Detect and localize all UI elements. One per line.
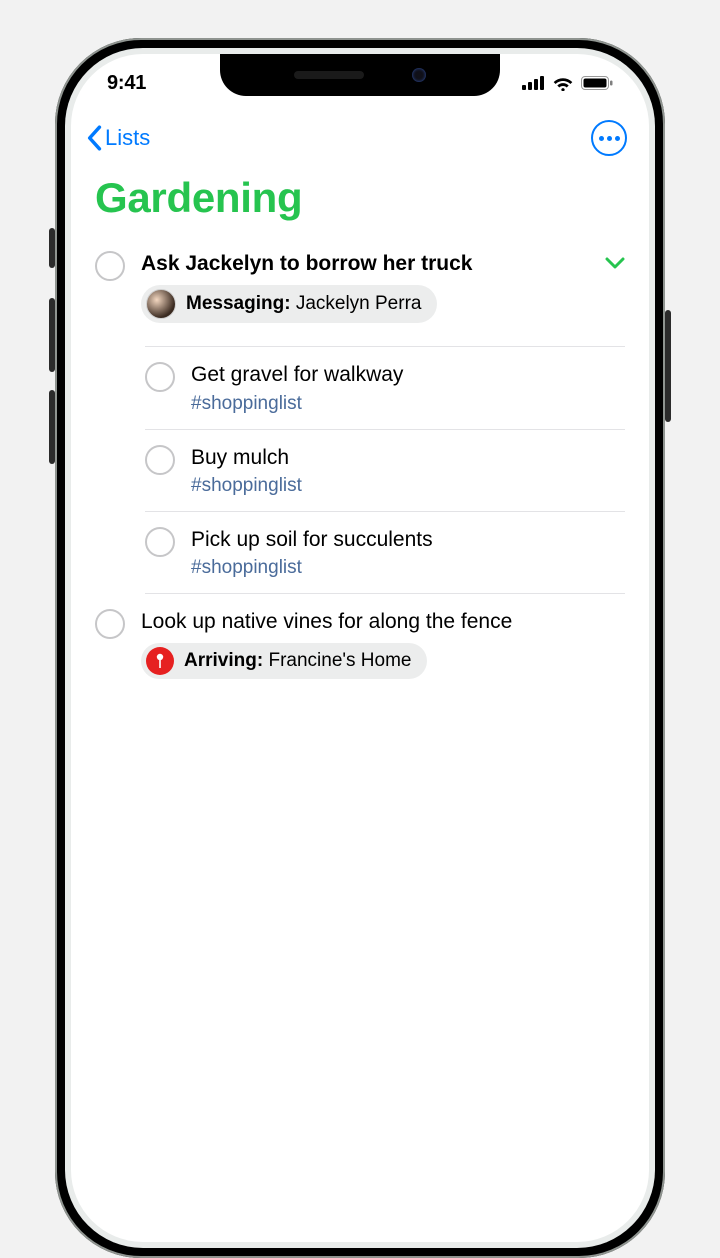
cellular-icon	[522, 76, 545, 90]
complete-toggle[interactable]	[145, 445, 175, 475]
reminder-tag[interactable]: #shoppinglist	[191, 557, 625, 579]
reminder-row[interactable]: Get gravel for walkway #shoppinglist	[145, 346, 625, 428]
screen: 9:41 Lists Gardening	[71, 54, 649, 1242]
complete-toggle[interactable]	[145, 527, 175, 557]
side-button-silence	[49, 228, 55, 268]
reminder-title: Ask Jackelyn to borrow her truck	[141, 250, 589, 277]
reminder-title: Get gravel for walkway	[191, 361, 625, 388]
reminder-row[interactable]: Buy mulch #shoppinglist	[145, 429, 625, 511]
avatar	[146, 289, 176, 319]
status-time: 9:41	[107, 72, 146, 95]
location-pin-icon	[146, 647, 174, 675]
reminder-title: Look up native vines for along the fence	[141, 608, 625, 635]
chevron-down-icon[interactable]	[605, 256, 625, 270]
side-button-volume-down	[49, 390, 55, 464]
location-badge[interactable]: Arriving: Francine's Home	[141, 643, 427, 679]
speaker-grille	[294, 71, 364, 79]
reminders-list: Ask Jackelyn to borrow her truck Messagi…	[71, 236, 649, 691]
badge-label: Messaging: Jackelyn Perra	[186, 293, 421, 315]
complete-toggle[interactable]	[145, 362, 175, 392]
reminder-row[interactable]: Look up native vines for along the fence…	[95, 594, 625, 691]
more-button[interactable]	[591, 120, 627, 156]
wifi-icon	[552, 76, 574, 91]
subtask-list: Get gravel for walkway #shoppinglist Buy…	[145, 346, 625, 593]
phone-frame: 9:41 Lists Gardening	[55, 38, 665, 1258]
side-button-volume-up	[49, 298, 55, 372]
reminder-row[interactable]: Pick up soil for succulents #shoppinglis…	[145, 511, 625, 593]
complete-toggle[interactable]	[95, 251, 125, 281]
ellipsis-icon	[599, 136, 620, 141]
reminder-title: Buy mulch	[191, 444, 625, 471]
back-label: Lists	[105, 125, 150, 151]
complete-toggle[interactable]	[95, 609, 125, 639]
reminder-tag[interactable]: #shoppinglist	[191, 393, 625, 415]
chevron-left-icon	[85, 125, 103, 151]
side-button-power	[665, 310, 671, 422]
back-button[interactable]: Lists	[85, 125, 150, 151]
badge-label: Arriving: Francine's Home	[184, 650, 411, 672]
front-camera	[412, 68, 426, 82]
reminder-title: Pick up soil for succulents	[191, 526, 625, 553]
page-title: Gardening	[71, 156, 649, 236]
battery-icon	[581, 76, 613, 90]
reminder-row[interactable]: Ask Jackelyn to borrow her truck Messagi…	[95, 236, 625, 336]
reminder-tag[interactable]: #shoppinglist	[191, 475, 625, 497]
messaging-badge[interactable]: Messaging: Jackelyn Perra	[141, 285, 437, 323]
notch	[220, 54, 500, 96]
